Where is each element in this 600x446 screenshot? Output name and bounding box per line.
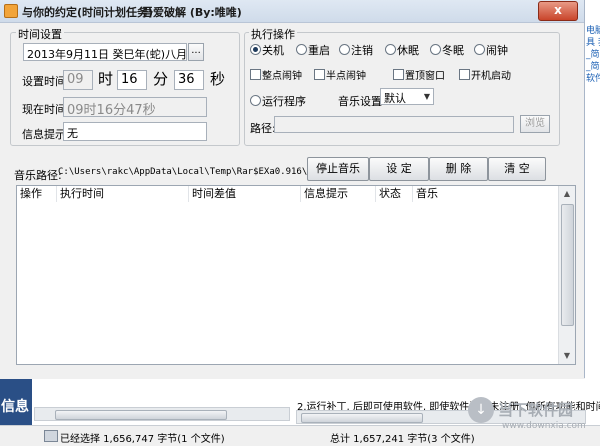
radio-alarm[interactable] [474, 44, 485, 55]
date-picker-button[interactable]: ... [188, 43, 204, 61]
action-legend: 执行操作 [249, 26, 297, 42]
second-input[interactable]: 36 [174, 70, 204, 90]
download-icon: ↓ [468, 397, 494, 423]
check-topmost[interactable] [393, 69, 404, 80]
radio-sleep[interactable] [385, 44, 396, 55]
column-header-info[interactable]: 信息提示 [301, 186, 376, 202]
now-time-field: 09时16分47秒 [63, 97, 207, 117]
music-select-value: 默认 [384, 92, 406, 105]
status-selected-text: 已经选择 1,656,747 字节(1 个文件) [60, 434, 225, 445]
clear-button[interactable]: 清 空 [488, 157, 546, 181]
minute-unit-label: 分 [153, 70, 169, 88]
radio-logoff-label: 注销 [351, 44, 373, 57]
info-input[interactable]: 无 [63, 122, 207, 141]
background-left-panel: 信息 [0, 379, 32, 425]
radio-logoff[interactable] [339, 44, 350, 55]
list-vertical-scrollbar[interactable]: ▲ ▼ [558, 186, 575, 364]
path-label: 路径: [250, 122, 276, 135]
watermark-url: www.downxia.com [502, 421, 586, 431]
scroll-up-icon[interactable]: ▲ [559, 186, 575, 202]
date-picker-field[interactable]: 2013年9月11日 癸巳年(蛇)八月初七 [23, 43, 187, 61]
minute-input[interactable]: 16 [117, 70, 147, 90]
list-scroll-thumb[interactable] [561, 204, 574, 326]
radio-restart[interactable] [296, 44, 307, 55]
background-left-hscroll[interactable] [34, 407, 290, 421]
column-header-time-diff[interactable]: 时间差值 [189, 186, 301, 202]
path-input[interactable] [274, 116, 514, 133]
time-settings-legend: 时间设置 [16, 26, 64, 42]
radio-run-program-label: 运行程序 [262, 95, 306, 108]
task-list[interactable]: 操作 执行时间 时间差值 信息提示 状态 音乐 ▲ ▼ [16, 185, 576, 365]
radio-shutdown[interactable] [250, 44, 261, 55]
stop-music-button[interactable]: 停止音乐 [307, 157, 369, 181]
second-unit-label: 秒 [210, 70, 226, 88]
right-edge-text-5: 软件 [586, 74, 600, 84]
column-header-status[interactable]: 状态 [376, 186, 413, 202]
radio-shutdown-label: 关机 [262, 44, 284, 57]
status-total-text: 总计 1,657,241 字节(3 个文件) [330, 434, 475, 445]
chevron-down-icon: ▼ [423, 92, 430, 101]
title-bar: 与你的约定(时间计划任务) 吾爱破解 (By:唯唯) x [0, 0, 584, 23]
app-window: 与你的约定(时间计划任务) 吾爱破解 (By:唯唯) x 时间设置 2013年9… [0, 0, 585, 378]
app-icon [4, 4, 18, 18]
watermark-brand: 当下软件园 [498, 401, 574, 419]
music-path-value: C:\Users\rakc\AppData\Local\Temp\Rar$EXa… [58, 167, 335, 177]
check-autostart[interactable] [459, 69, 470, 80]
right-edge-background: 电脑 具 我 _简 _简 软件 [585, 0, 600, 425]
check-autostart-label: 开机启动 [471, 71, 511, 82]
check-topmost-label: 置顶窗口 [405, 71, 445, 82]
check-hourly-alarm[interactable] [250, 69, 261, 80]
radio-hibernate[interactable] [430, 44, 441, 55]
music-setting-label: 音乐设置: [338, 95, 386, 108]
background-right-hscroll-thumb[interactable] [301, 413, 423, 423]
hour-input[interactable]: 09 [63, 70, 93, 90]
column-header-exec-time[interactable]: 执行时间 [57, 186, 189, 202]
background-left-hscroll-thumb[interactable] [55, 410, 227, 420]
radio-hibernate-label: 冬眠 [442, 44, 464, 57]
set-button[interactable]: 设 定 [369, 157, 429, 181]
window-subtitle: 吾爱破解 (By:唯唯) [142, 6, 242, 19]
check-halfhour-alarm-label: 半点闹钟 [326, 71, 366, 82]
status-icon [44, 430, 58, 442]
radio-sleep-label: 休眠 [397, 44, 419, 57]
close-button[interactable]: x [538, 1, 578, 21]
browse-button[interactable]: 浏览 [520, 115, 550, 133]
music-select[interactable]: 默认 ▼ [380, 88, 434, 105]
hour-unit-label: 时 [98, 70, 114, 88]
delete-button[interactable]: 删 除 [429, 157, 488, 181]
radio-run-program[interactable] [250, 95, 261, 106]
radio-restart-label: 重启 [308, 44, 330, 57]
check-halfhour-alarm[interactable] [314, 69, 325, 80]
scroll-down-icon[interactable]: ▼ [559, 348, 575, 364]
background-left-text: 信息 [1, 399, 29, 415]
radio-alarm-label: 闹钟 [486, 44, 508, 57]
music-path-label: 音乐路径: [14, 169, 62, 182]
watermark: ↓ 当下软件园 www.downxia.com [468, 395, 598, 445]
check-hourly-alarm-label: 整点闹钟 [262, 71, 302, 82]
window-title: 与你的约定(时间计划任务) [22, 6, 154, 19]
column-header-music[interactable]: 音乐 [413, 186, 559, 202]
column-header-action[interactable]: 操作 [17, 186, 57, 202]
